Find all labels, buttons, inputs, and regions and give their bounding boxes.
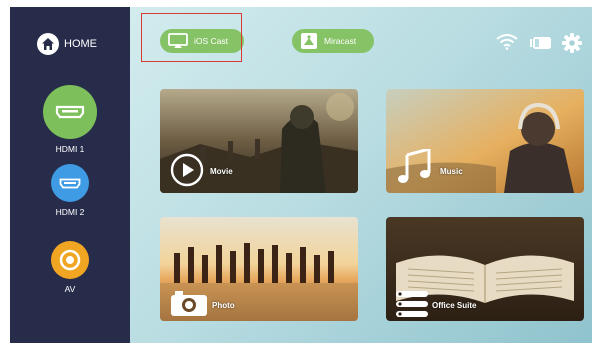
music-note-icon (398, 149, 431, 183)
music-tile[interactable]: Music (386, 89, 584, 193)
source-av-label: AV (64, 284, 76, 294)
source-av[interactable]: AV (10, 241, 130, 294)
ios-cast-highlight-box (141, 13, 242, 62)
home-label: HOME (64, 38, 97, 50)
music-label: Music (440, 167, 463, 176)
hdmi-icon (43, 85, 97, 139)
movie-tile[interactable]: Movie (160, 89, 358, 193)
play-icon (170, 153, 204, 187)
list-icon (396, 291, 428, 317)
office-suite-label: Office Suite (432, 301, 477, 310)
source-hdmi1-label: HDMI 1 (55, 144, 85, 154)
source-hdmi2-label: HDMI 2 (55, 207, 85, 217)
camera-icon (171, 291, 207, 316)
photo-tile[interactable]: Photo (160, 217, 358, 321)
office-suite-tile[interactable]: Office Suite (386, 217, 584, 321)
miracast-button[interactable]: Miracast (292, 29, 374, 53)
av-icon (51, 241, 89, 279)
wifi-icon[interactable] (496, 34, 518, 50)
settings-gear-icon[interactable] (562, 33, 582, 53)
hdmi-icon (51, 164, 89, 202)
tv-launcher-screen: HOME HDMI 1 HDMI 2 AV iOS Cast Miracast … (10, 7, 592, 343)
photo-label: Photo (212, 301, 235, 310)
home-button[interactable]: HOME (37, 33, 97, 55)
source-sidebar: HOME HDMI 1 HDMI 2 AV (10, 7, 130, 343)
home-icon (37, 33, 59, 55)
movie-label: Movie (210, 167, 233, 176)
source-hdmi1[interactable]: HDMI 1 (10, 85, 130, 154)
battery-icon (530, 37, 552, 49)
miracast-label: Miracast (324, 36, 357, 46)
source-hdmi2[interactable]: HDMI 2 (10, 164, 130, 217)
miracast-icon (300, 32, 318, 50)
